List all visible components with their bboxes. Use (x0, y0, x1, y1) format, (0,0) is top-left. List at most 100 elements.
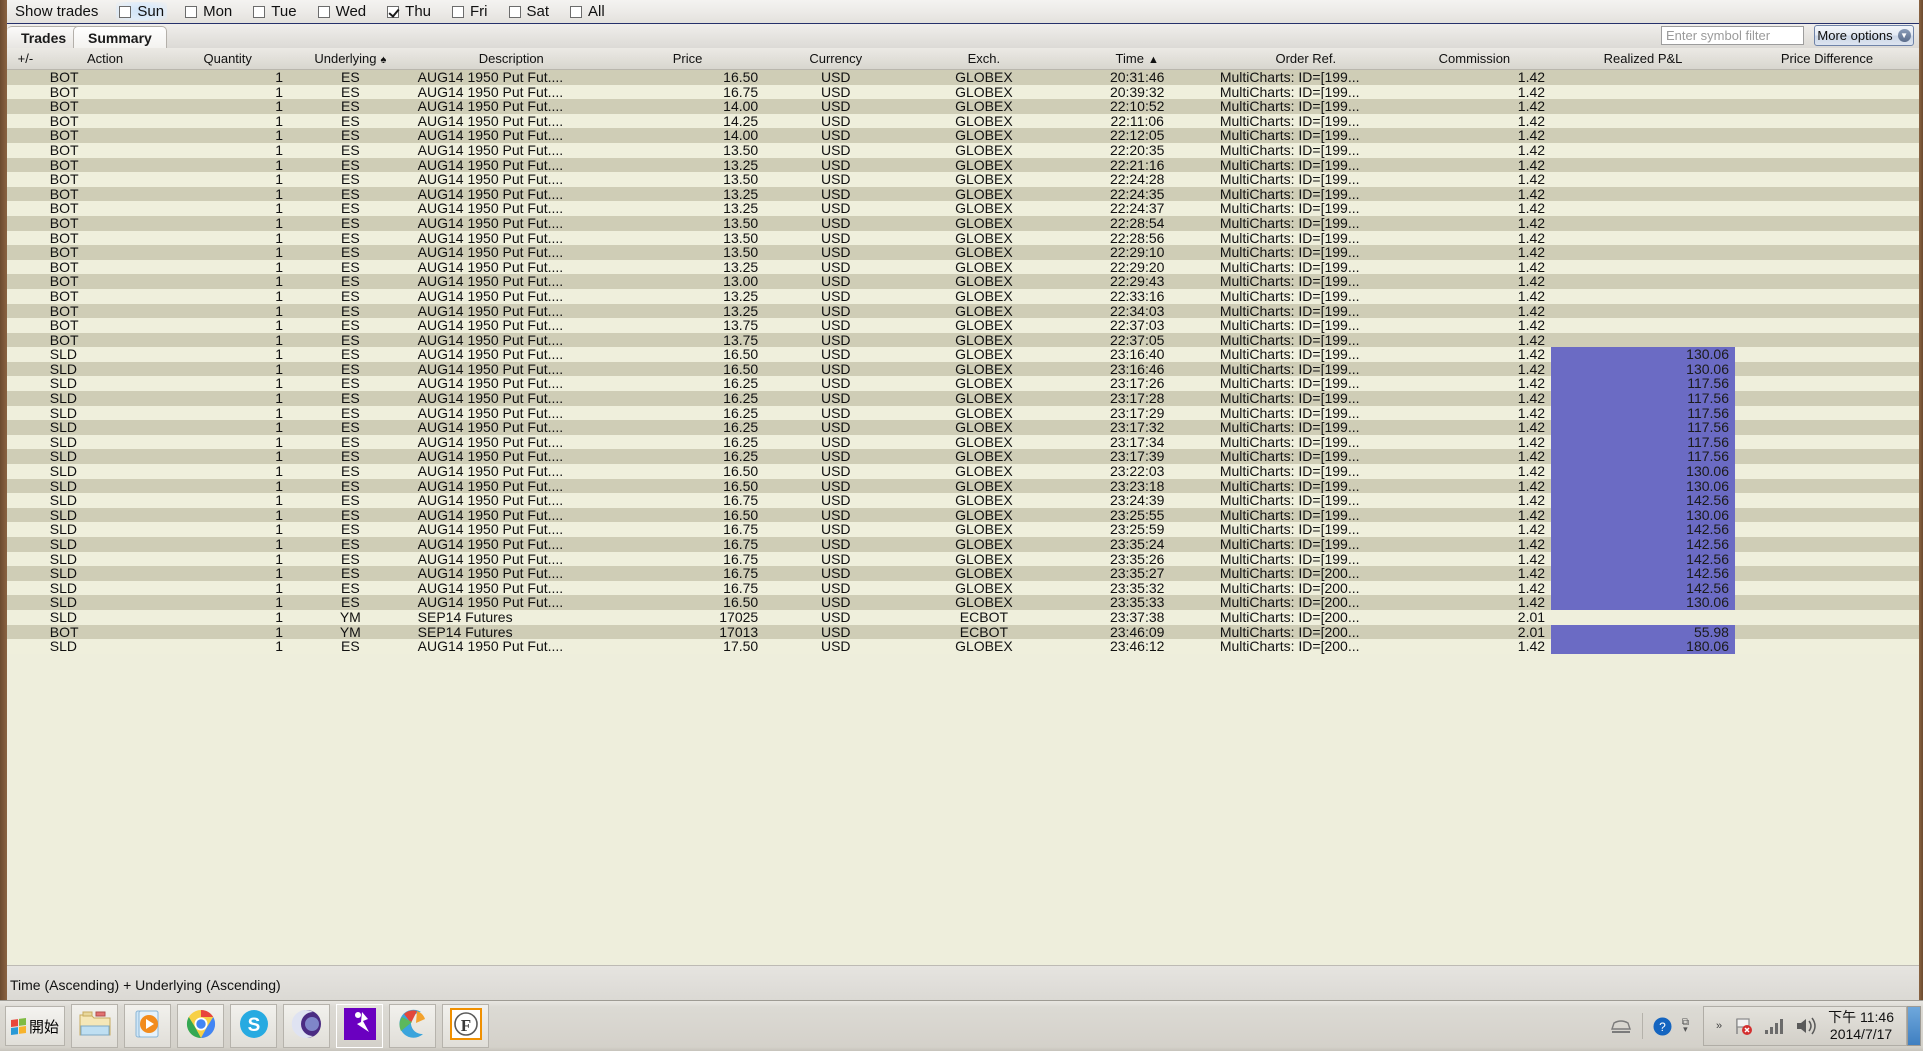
taskbar-item-chrome[interactable] (177, 1004, 224, 1048)
table-row[interactable]: SLD 1 ES AUG14 1950 Put Fut.... 16.50 USD GLOB… (7, 595, 1919, 610)
day-checkbox-thu[interactable]: Thu (384, 2, 434, 21)
table-row[interactable]: SLD 1 ES AUG14 1950 Put Fut.... 16.25 USD GLOB… (7, 434, 1919, 450)
column-header-underlying[interactable]: Underlying ♠ (289, 48, 412, 70)
table-row[interactable]: BOT 1 ES AUG14 1950 Put Fut.... 14.00 USD GLOB… (7, 99, 1919, 114)
day-checkbox-mon[interactable]: Mon (182, 2, 235, 21)
keyboard-icon[interactable] (1610, 1018, 1632, 1034)
table-row[interactable]: BOT 1 YM SEP14 Futures 17013 USD ECBOT 23:46:09… (7, 624, 1919, 640)
checkbox-icon[interactable] (452, 5, 465, 18)
table-row[interactable]: BOT 1 ES AUG14 1950 Put Fut.... 13.00 USD GLOB… (7, 274, 1919, 289)
taskbar-clock[interactable]: 下午 11:46 2014/7/17 (1828, 1009, 1894, 1043)
cell-pnl: 117.56 (1551, 434, 1735, 450)
table-row[interactable]: SLD 1 ES AUG14 1950 Put Fut.... 16.25 USD GLOB… (7, 420, 1919, 435)
table-row[interactable]: BOT 1 ES AUG14 1950 Put Fut.... 13.50 USD GLOB… (7, 215, 1919, 231)
column-header-realized-p-l[interactable]: Realized P&L (1551, 48, 1735, 70)
table-row[interactable]: SLD 1 ES AUG14 1950 Put Fut.... 17.50 USD GLOB… (7, 639, 1919, 654)
table-row[interactable]: BOT 1 ES AUG14 1950 Put Fut.... 13.25 USD GLOB… (7, 201, 1919, 216)
column-header-[interactable]: +/- (7, 48, 44, 70)
column-header-commission[interactable]: Commission (1397, 48, 1552, 70)
table-row[interactable]: BOT 1 ES AUG14 1950 Put Fut.... 13.25 USD GLOB… (7, 157, 1919, 173)
tab-trades[interactable]: Trades (7, 26, 82, 48)
taskbar-item-multicharts[interactable] (336, 1004, 383, 1048)
status-bar: Time (Ascending) + Underlying (Ascending… (7, 965, 1919, 1000)
table-row[interactable]: SLD 1 ES AUG14 1950 Put Fut.... 16.75 USD GLOB… (7, 580, 1919, 596)
volume-icon[interactable] (1795, 1017, 1817, 1035)
show-hidden-icons-icon[interactable]: ⧉ ▾ (1682, 1018, 1689, 1034)
table-row[interactable]: BOT 1 ES AUG14 1950 Put Fut.... 13.50 USD GLOB… (7, 172, 1919, 187)
table-row[interactable]: SLD 1 ES AUG14 1950 Put Fut.... 16.50 USD GLOB… (7, 464, 1919, 479)
column-header-action[interactable]: Action (43, 48, 167, 70)
table-row[interactable]: SLD 1 ES AUG14 1950 Put Fut.... 16.75 USD GLOB… (7, 551, 1919, 567)
column-header-exch[interactable]: Exch. (907, 48, 1061, 70)
checkbox-icon[interactable] (508, 5, 521, 18)
column-header-time[interactable]: Time ▲ (1060, 48, 1214, 70)
symbol-filter-input[interactable] (1661, 26, 1804, 45)
table-row[interactable]: SLD 1 ES AUG14 1950 Put Fut.... 16.25 USD GLOB… (7, 391, 1919, 406)
chevron-up-icon[interactable]: » (1716, 1020, 1722, 1032)
taskbar-item-maxthon[interactable] (389, 1004, 436, 1048)
column-header-price-difference[interactable]: Price Difference (1734, 48, 1919, 70)
cell-desc: AUG14 1950 Put Fut.... (411, 434, 611, 450)
column-header-currency[interactable]: Currency (764, 48, 908, 70)
table-row[interactable]: BOT 1 ES AUG14 1950 Put Fut.... 13.50 USD GLOB… (7, 142, 1919, 158)
checkbox-icon[interactable] (185, 5, 198, 18)
column-header-description[interactable]: Description (411, 48, 611, 70)
checkbox-icon[interactable] (119, 5, 132, 18)
table-row[interactable]: BOT 1 ES AUG14 1950 Put Fut.... 13.75 USD GLOB… (7, 332, 1919, 348)
day-checkbox-all[interactable]: All (567, 2, 608, 21)
network-signal-icon[interactable] (1764, 1017, 1784, 1035)
help-icon[interactable]: ? (1653, 1017, 1672, 1036)
day-checkbox-sat[interactable]: Sat (506, 2, 553, 21)
table-row[interactable]: BOT 1 ES AUG14 1950 Put Fut.... 13.75 USD GLOB… (7, 318, 1919, 333)
table-row[interactable]: SLD 1 ES AUG14 1950 Put Fut.... 16.50 USD GLOB… (7, 507, 1919, 523)
checkbox-icon[interactable] (387, 5, 400, 18)
table-row[interactable]: BOT 1 ES AUG14 1950 Put Fut.... 16.75 USD GLOB… (7, 84, 1919, 100)
checkbox-icon[interactable] (253, 5, 266, 18)
cell-price: 13.50 (610, 142, 765, 158)
table-row[interactable]: SLD 1 ES AUG14 1950 Put Fut.... 16.25 USD GLOB… (7, 376, 1919, 392)
checkbox-icon[interactable] (570, 5, 583, 18)
table-row[interactable]: BOT 1 ES AUG14 1950 Put Fut.... 16.50 USD GLOB… (7, 69, 1919, 85)
cell-order-ref: MultiCharts: ID=[199... (1213, 420, 1398, 435)
table-row[interactable]: BOT 1 ES AUG14 1950 Put Fut.... 14.25 USD GLOB… (7, 113, 1919, 129)
checkbox-icon[interactable] (317, 5, 330, 18)
table-row[interactable]: SLD 1 ES AUG14 1950 Put Fut.... 16.25 USD GLOB… (7, 405, 1919, 421)
column-header-price[interactable]: Price (610, 48, 765, 70)
day-checkbox-tue[interactable]: Tue (250, 2, 299, 21)
taskbar-item-file-explorer[interactable] (71, 1004, 118, 1048)
taskbar-item-moon-browser[interactable] (283, 1004, 330, 1048)
table-row[interactable]: BOT 1 ES AUG14 1950 Put Fut.... 13.25 USD GLOB… (7, 303, 1919, 319)
cell-time: 23:35:24 (1060, 537, 1214, 552)
table-row[interactable]: SLD 1 ES AUG14 1950 Put Fut.... 16.75 USD GLOB… (7, 537, 1919, 552)
action-center-flag-icon[interactable] (1733, 1016, 1753, 1036)
table-row[interactable]: BOT 1 ES AUG14 1950 Put Fut.... 13.25 USD GLOB… (7, 259, 1919, 275)
table-row[interactable]: SLD 1 ES AUG14 1950 Put Fut.... 16.50 USD GLOB… (7, 478, 1919, 494)
table-row[interactable]: SLD 1 ES AUG14 1950 Put Fut.... 16.75 USD GLOB… (7, 493, 1919, 508)
day-checkbox-fri[interactable]: Fri (449, 2, 491, 21)
table-row[interactable]: BOT 1 ES AUG14 1950 Put Fut.... 13.50 USD GLOB… (7, 245, 1919, 260)
tab-summary[interactable]: Summary (73, 26, 167, 48)
day-checkbox-sun[interactable]: Sun (116, 2, 168, 21)
column-header-order-ref[interactable]: Order Ref. (1213, 48, 1398, 70)
table-row[interactable]: BOT 1 ES AUG14 1950 Put Fut.... 13.25 USD GLOB… (7, 186, 1919, 202)
table-row[interactable]: SLD 1 ES AUG14 1950 Put Fut.... 16.75 USD GLOB… (7, 522, 1919, 537)
trades-grid-container[interactable]: +/- Action Quantity Underlying ♠ Description P… (7, 48, 1919, 965)
taskbar-item-foxit[interactable]: F (442, 1004, 489, 1048)
show-desktop-button[interactable] (1907, 1006, 1921, 1046)
cell-exch: GLOBEX (907, 69, 1061, 85)
table-row[interactable]: BOT 1 ES AUG14 1950 Put Fut.... 13.50 USD GLOB… (7, 230, 1919, 246)
day-checkbox-wed[interactable]: Wed (315, 2, 370, 21)
table-row[interactable]: SLD 1 ES AUG14 1950 Put Fut.... 16.50 USD GLOB… (7, 347, 1919, 362)
start-button[interactable]: 開始 (5, 1006, 65, 1046)
table-row[interactable]: SLD 1 ES AUG14 1950 Put Fut.... 16.75 USD GLOB… (7, 566, 1919, 581)
table-row[interactable]: BOT 1 ES AUG14 1950 Put Fut.... 14.00 USD GLOB… (7, 128, 1919, 143)
taskbar-item-skype[interactable]: S (230, 1004, 277, 1048)
table-row[interactable]: SLD 1 ES AUG14 1950 Put Fut.... 16.50 USD GLOB… (7, 361, 1919, 377)
table-row[interactable]: BOT 1 ES AUG14 1950 Put Fut.... 13.25 USD GLOB… (7, 288, 1919, 304)
taskbar-item-media-player[interactable] (124, 1004, 171, 1048)
column-header-quantity[interactable]: Quantity (166, 48, 290, 70)
table-row[interactable]: SLD 1 ES AUG14 1950 Put Fut.... 16.25 USD GLOB… (7, 449, 1919, 465)
table-row[interactable]: SLD 1 YM SEP14 Futures 17025 USD ECBOT 23:37:38… (7, 609, 1919, 625)
cell-order-ref: MultiCharts: ID=[199... (1213, 347, 1398, 362)
more-options-button[interactable]: More options ▼ (1814, 25, 1914, 46)
